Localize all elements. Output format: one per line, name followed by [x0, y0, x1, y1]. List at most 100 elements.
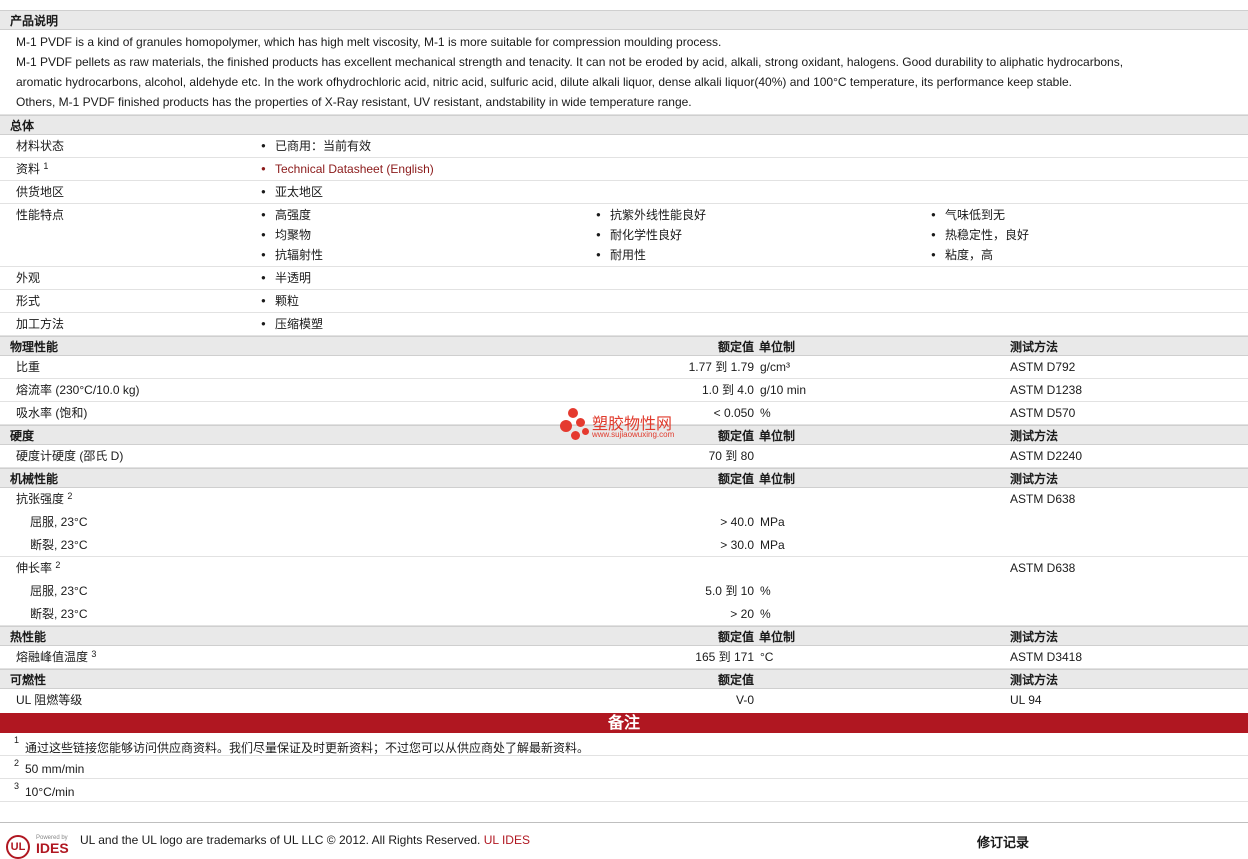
section-title: 硬度 — [10, 429, 35, 443]
section-title: 机械性能 — [10, 472, 59, 486]
watermark-url: www.sujiaowuxing.com — [592, 430, 675, 439]
property-method: ASTM D792 — [1010, 360, 1076, 374]
watermark-logo: 塑胶物性网 www.sujiaowuxing.com — [560, 408, 700, 444]
note-text: 通过这些链接您能够访问供应商资料。我们尽量保证及时更新资料；不过您可以从供应商处… — [25, 741, 590, 755]
property-row: 抗张强度 2 ASTM D638 — [0, 488, 1248, 511]
row-features: 性能特点 高强度 均聚物 抗辐射性 抗紫外线性能良好 耐化学性良好 耐用性 气味… — [0, 204, 1248, 267]
row-label: 材料状态 — [16, 139, 65, 153]
property-value: 70 到 80 — [708, 449, 754, 463]
row-label: 外观 — [16, 271, 41, 285]
description-line: aromatic hydrocarbons, alcohol, aldehyde… — [16, 75, 1073, 89]
feature-item: 均聚物 — [261, 225, 311, 245]
column-header-unit: 单位制 — [759, 429, 796, 443]
row-value: 压缩模塑 — [261, 314, 323, 334]
column-header-method: 测试方法 — [1010, 472, 1059, 486]
column-header-unit: 单位制 — [759, 472, 796, 486]
section-title: 物理性能 — [10, 340, 59, 354]
section-title: 总体 — [10, 119, 35, 133]
notes-header: 备注 — [0, 713, 1248, 733]
description-block: M-1 PVDF is a kind of granules homopolym… — [0, 30, 1248, 115]
footnote-ref: 2 — [67, 491, 73, 501]
property-method: ASTM D570 — [1010, 406, 1076, 420]
property-value: > 40.0 — [720, 515, 754, 529]
column-header-rated: 额定值 — [717, 472, 754, 486]
property-label-text: 熔融峰值温度 — [16, 650, 89, 664]
property-unit: % — [760, 584, 771, 598]
property-value: 165 到 171 — [695, 650, 754, 664]
property-subrow: 屈服, 23°C > 40.0 MPa — [0, 511, 1248, 534]
footnote-ref: 2 — [55, 560, 61, 570]
property-value: > 20 — [730, 607, 754, 621]
feature-item: 耐用性 — [596, 245, 646, 265]
section-header-thermal: 热性能 额定值 单位制 测试方法 — [0, 626, 1248, 646]
section-header-mechanical: 机械性能 额定值 单位制 测试方法 — [0, 468, 1248, 488]
property-method: ASTM D638 — [1010, 561, 1076, 575]
row-label: 加工方法 — [16, 317, 65, 331]
property-value: > 30.0 — [720, 538, 754, 552]
feature-item: 高强度 — [261, 205, 311, 225]
property-label: 抗张强度 2 — [16, 491, 73, 506]
property-subrow: 断裂, 23°C > 30.0 MPa — [0, 534, 1248, 557]
property-method: UL 94 — [1010, 693, 1042, 707]
property-method: ASTM D2240 — [1010, 449, 1083, 463]
feature-item: 热稳定性，良好 — [931, 225, 1029, 245]
description-line: M-1 PVDF is a kind of granules homopolym… — [16, 35, 722, 49]
feature-item: 粘度，高 — [931, 245, 993, 265]
property-label: 熔流率 (230°C/10.0 kg) — [16, 383, 140, 397]
section-header-flammability: 可燃性 额定值 测试方法 — [0, 669, 1248, 689]
row-value: 亚太地区 — [261, 182, 323, 202]
ul-ides-link[interactable]: UL IDES — [484, 833, 530, 847]
row-value: 颗粒 — [261, 291, 299, 311]
property-unit: g/10 min — [760, 383, 807, 397]
watermark-dot — [582, 428, 589, 435]
note-item: 2 50 mm/min — [0, 756, 1248, 779]
note-item: 1 通过这些链接您能够访问供应商资料。我们尽量保证及时更新资料；不过您可以从供应… — [0, 733, 1248, 756]
property-unit: MPa — [760, 538, 785, 552]
column-header-method: 测试方法 — [1010, 340, 1059, 354]
property-row: UL 阻燃等级 V-0 UL 94 — [0, 689, 1248, 712]
row-documents: 资料 1 Technical Datasheet (English) — [0, 158, 1248, 181]
property-unit: % — [760, 607, 771, 621]
property-unit: g/cm³ — [760, 360, 790, 374]
row-label: 资料 1 — [16, 161, 48, 176]
property-row: 伸长率 2 ASTM D638 — [0, 557, 1248, 580]
property-subrow: 屈服, 23°C 5.0 到 10 % — [0, 580, 1248, 603]
note-number: 3 — [14, 781, 20, 791]
note-number: 1 — [14, 735, 20, 745]
row-form: 形式 颗粒 — [0, 290, 1248, 313]
row-label: 形式 — [16, 294, 41, 308]
section-title: 产品说明 — [10, 14, 59, 28]
property-value: 1.0 到 4.0 — [701, 383, 754, 397]
property-unit: MPa — [760, 515, 785, 529]
section-title: 可燃性 — [10, 673, 47, 687]
property-label: 断裂, 23°C — [30, 607, 88, 621]
property-subrow: 断裂, 23°C > 20 % — [0, 603, 1248, 626]
property-method: ASTM D3418 — [1010, 650, 1083, 664]
section-header-general: 总体 — [0, 115, 1248, 135]
column-header-method: 测试方法 — [1010, 429, 1059, 443]
note-text: 10°C/min — [25, 785, 75, 799]
property-label: 硬度计硬度 (邵氏 D) — [16, 449, 124, 463]
property-row: 熔流率 (230°C/10.0 kg) 1.0 到 4.0 g/10 min A… — [0, 379, 1248, 402]
datasheet-link[interactable]: Technical Datasheet (English) — [261, 159, 434, 179]
property-value: 1.77 到 1.79 — [688, 360, 754, 374]
feature-item: 抗紫外线性能良好 — [596, 205, 706, 225]
property-method: ASTM D1238 — [1010, 383, 1083, 397]
feature-item: 抗辐射性 — [261, 245, 323, 265]
row-label: 供货地区 — [16, 185, 65, 199]
watermark-dot — [568, 408, 578, 418]
column-header-rated: 额定值 — [717, 673, 754, 687]
property-unit: °C — [760, 650, 774, 664]
column-header-unit: 单位制 — [759, 340, 796, 354]
column-header-unit: 单位制 — [759, 630, 796, 644]
property-row: 硬度计硬度 (邵氏 D) 70 到 80 ASTM D2240 — [0, 445, 1248, 468]
property-value: < 0.050 — [713, 406, 754, 420]
column-header-rated: 额定值 — [717, 630, 754, 644]
row-processing: 加工方法 压缩模塑 — [0, 313, 1248, 336]
property-unit: % — [760, 406, 771, 420]
property-label: 吸水率 (饱和) — [16, 406, 88, 420]
note-text: 50 mm/min — [25, 762, 85, 776]
property-label: 熔融峰值温度 3 — [16, 649, 96, 664]
note-item: 3 10°C/min — [0, 779, 1248, 802]
watermark-dot — [560, 420, 572, 432]
